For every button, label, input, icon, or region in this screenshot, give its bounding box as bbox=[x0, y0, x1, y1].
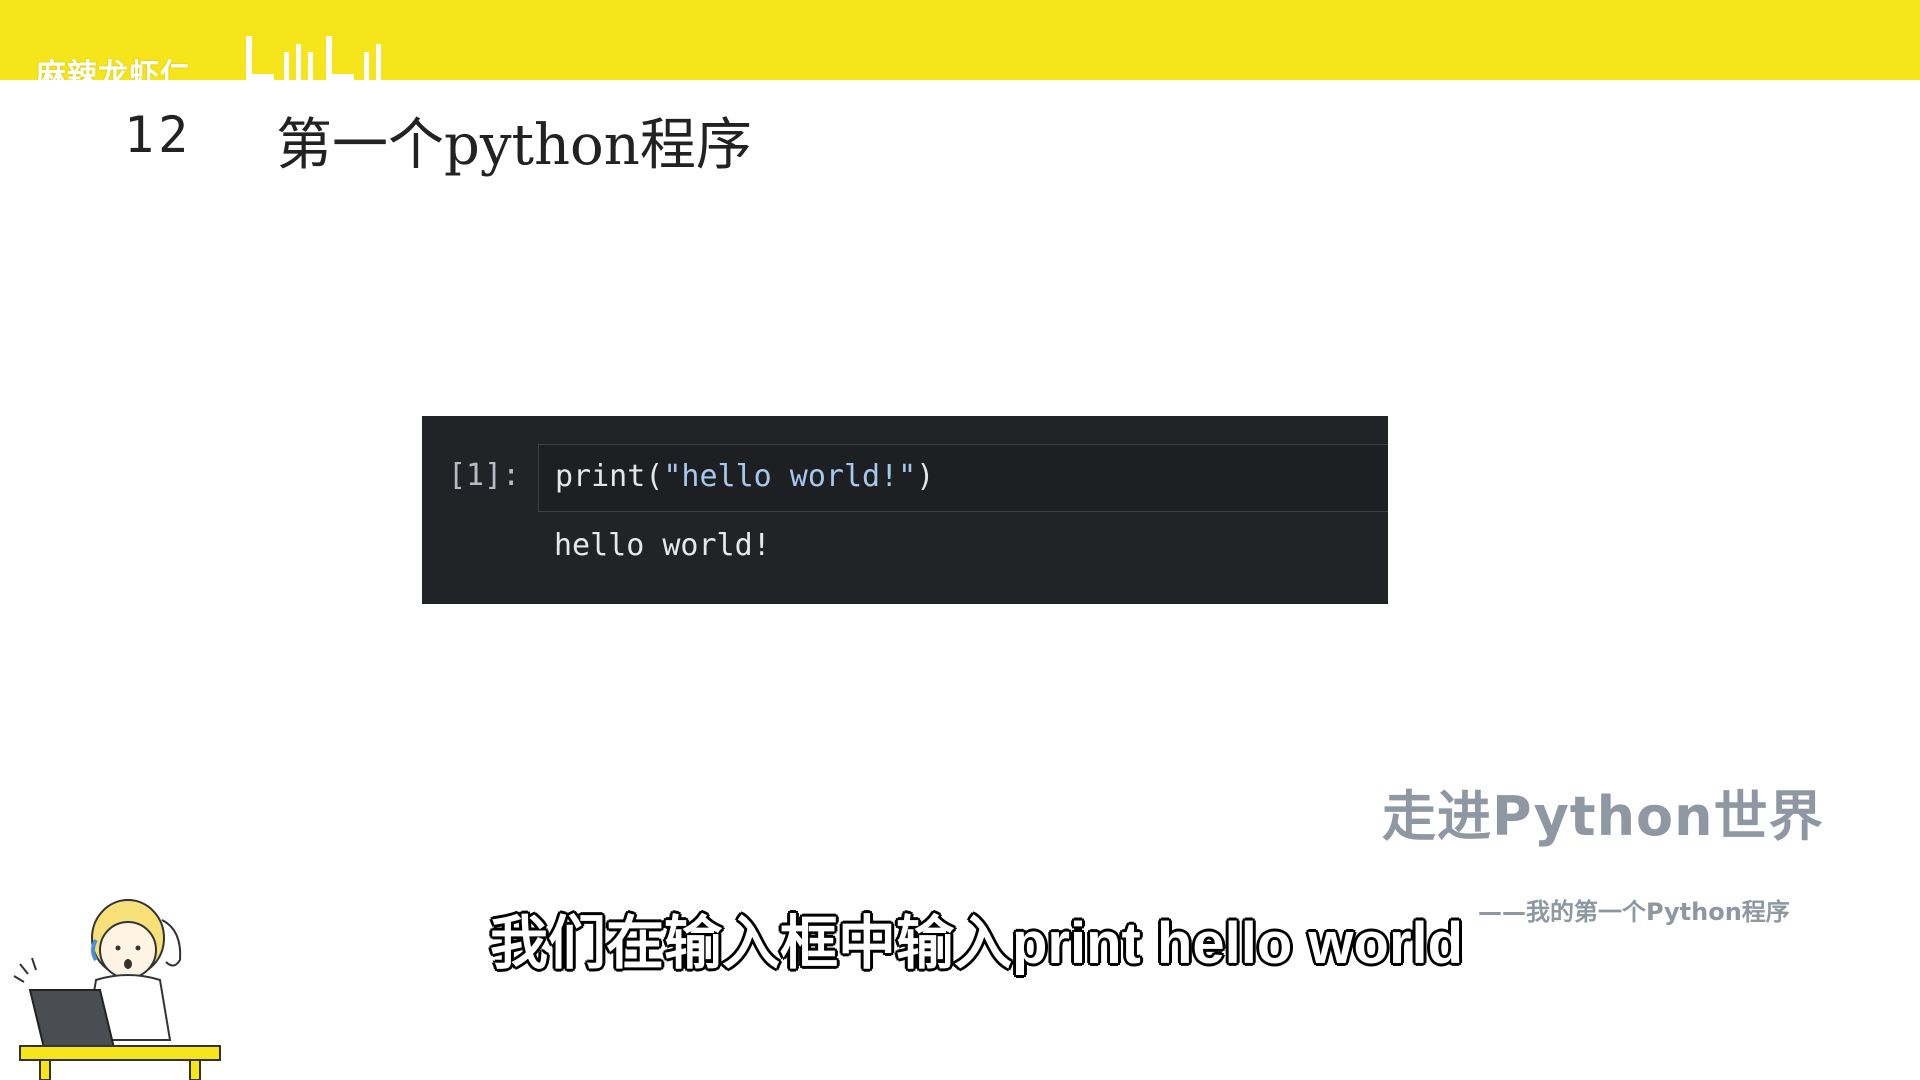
cell-output: hello world! bbox=[554, 528, 771, 563]
section-subtitle: ——我的第一个Python程序 bbox=[1478, 898, 1790, 926]
code-input-box[interactable]: print("hello world!") bbox=[538, 444, 1388, 512]
student-at-laptop-illustration-icon bbox=[13, 899, 221, 1080]
slide-number: 12 bbox=[124, 106, 193, 164]
cell-prompt: [1]: bbox=[448, 458, 521, 493]
code-string: "hello world!" bbox=[663, 459, 917, 494]
video-caption: 我们在输入框中输入print hello world bbox=[490, 911, 1464, 976]
section-title: 走进Python世界 bbox=[1382, 785, 1824, 848]
code-line: print("hello world!") bbox=[555, 459, 934, 494]
code-func: print( bbox=[555, 459, 664, 494]
channel-watermark: 麻辣龙虾仁 bbox=[36, 58, 191, 80]
notebook-cell: [1]: print("hello world!") hello world! bbox=[422, 416, 1388, 604]
slide-title: 第一个python程序 bbox=[276, 113, 752, 178]
bilibili-logo-icon bbox=[246, 36, 381, 80]
code-close: ) bbox=[916, 459, 935, 494]
